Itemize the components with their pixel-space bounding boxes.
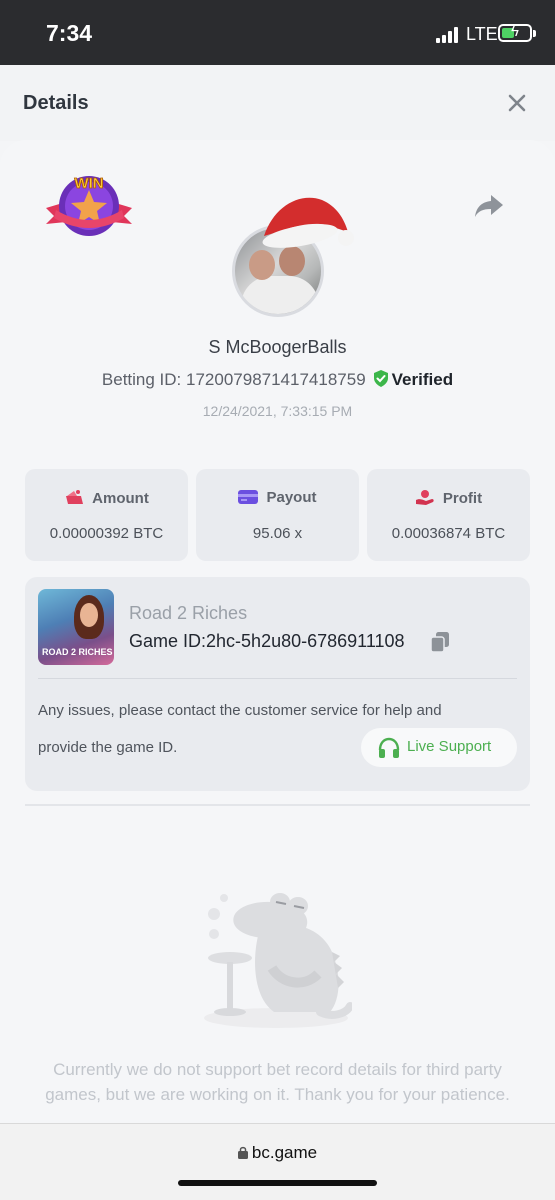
- battery-icon: ϟ: [498, 23, 532, 42]
- stat-label-profit: Profit: [442, 490, 483, 507]
- network-label: LTE: [466, 24, 498, 44]
- game-name[interactable]: Road 2 Riches: [129, 603, 247, 624]
- amount-icon: [66, 490, 84, 504]
- live-support-label: Live Support: [407, 738, 492, 755]
- stat-card-amount: Amount 0.00000392 BTC: [25, 469, 188, 561]
- betting-id-label: Betting ID:: [101, 370, 182, 389]
- third-party-notice: Currently we do not support bet record d…: [45, 1060, 510, 1104]
- game-id-label: Game ID:: [129, 631, 207, 651]
- svg-text:WIN: WIN: [74, 175, 103, 192]
- url-bar[interactable]: bc.game: [0, 1143, 555, 1163]
- live-support-button[interactable]: Live Support: [361, 728, 517, 767]
- section-divider: [25, 804, 530, 806]
- stat-value-payout: 95.06 x: [252, 525, 303, 542]
- status-time: 7:34: [46, 20, 93, 46]
- game-thumbnail-label: ROAD 2 RICHES: [42, 647, 113, 657]
- page-title: Details: [23, 92, 89, 114]
- verified-shield-icon: [373, 370, 388, 387]
- close-icon[interactable]: [505, 91, 529, 115]
- payout-icon: [238, 490, 259, 504]
- support-message-line2: provide the game ID.: [38, 739, 178, 756]
- stat-card-profit: Profit 0.00036874 BTC: [367, 469, 530, 561]
- username: S McBoogerBalls: [208, 337, 347, 357]
- santa-hat-icon: [262, 197, 354, 248]
- headset-icon: [378, 737, 400, 758]
- home-indicator[interactable]: [178, 1180, 377, 1186]
- copy-icon[interactable]: [430, 631, 450, 653]
- stat-label-payout: Payout: [266, 489, 317, 506]
- battery-cap: [533, 30, 536, 37]
- game-id-value: 2hc-5h2u80-6786911108: [206, 631, 405, 651]
- details-header: Details: [0, 65, 555, 141]
- support-message-line1: Any issues, please contact the customer …: [38, 702, 442, 719]
- signal-icon: [436, 27, 458, 43]
- share-icon[interactable]: [474, 193, 504, 219]
- url-text: bc.game: [251, 1143, 318, 1162]
- profit-icon: [415, 490, 434, 505]
- game-divider: [38, 678, 517, 679]
- stat-value-profit: 0.00036874 BTC: [391, 525, 506, 542]
- status-bar: 7:34 LTE ϟ: [0, 0, 555, 65]
- bet-timestamp: 12/24/2021, 7:33:15 PM: [202, 403, 353, 419]
- verified-label: Verified: [391, 370, 454, 389]
- stat-value-amount: 0.00000392 BTC: [49, 525, 164, 542]
- win-badge-icon: WIN: [46, 175, 132, 236]
- game-thumbnail[interactable]: ROAD 2 RICHES: [38, 589, 114, 665]
- game-id-row: Game ID:2hc-5h2u80-6786911108: [129, 631, 405, 652]
- betting-id-row: Betting ID: 1720079871417418759 Verified: [0, 369, 555, 390]
- stat-label-amount: Amount: [92, 490, 149, 507]
- lock-icon: [237, 1146, 248, 1159]
- betting-id-value: 1720079871417418759: [186, 370, 366, 389]
- stat-card-payout: Payout 95.06 x: [196, 469, 359, 561]
- crocodile-mascot-icon: [204, 893, 352, 1028]
